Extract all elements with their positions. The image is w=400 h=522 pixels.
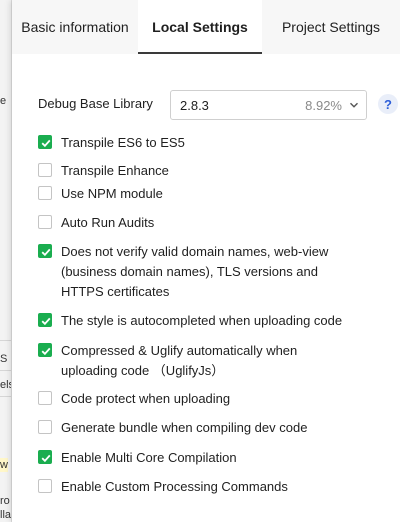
option-generate-bundle[interactable]: Generate bundle when compiling dev code bbox=[38, 418, 388, 438]
tab-basic-information[interactable]: Basic information bbox=[12, 0, 138, 54]
checkbox[interactable] bbox=[38, 391, 52, 405]
checkbox[interactable] bbox=[38, 244, 52, 258]
checkbox[interactable] bbox=[38, 135, 52, 149]
option-compress-uglify[interactable]: Compressed & Uglify automatically when u… bbox=[38, 341, 388, 381]
tab-label: Project Settings bbox=[281, 19, 381, 35]
checkbox[interactable] bbox=[38, 450, 52, 464]
option-skip-domain-verification[interactable]: Does not verify valid domain names, web-… bbox=[38, 242, 388, 302]
tab-label: Basic information bbox=[21, 19, 129, 35]
background-text-fragment: e bbox=[0, 95, 7, 107]
option-label: Auto Run Audits bbox=[61, 215, 155, 230]
option-label: Code protect when uploading bbox=[61, 391, 231, 406]
option-label: Compressed & Uglify automatically when u… bbox=[61, 343, 298, 378]
option-label: The style is autocompleted when uploadin… bbox=[61, 313, 343, 328]
option-multi-core-compilation[interactable]: Enable Multi Core Compilation bbox=[38, 448, 388, 468]
option-transpile-es6[interactable]: Transpile ES6 to ES5 bbox=[38, 133, 388, 153]
tab-local-settings[interactable]: Local Settings bbox=[138, 0, 262, 54]
divider bbox=[0, 370, 11, 371]
checkbox[interactable] bbox=[38, 479, 52, 493]
checkbox[interactable] bbox=[38, 186, 52, 200]
checkmark-icon bbox=[41, 454, 51, 463]
checkbox[interactable] bbox=[38, 313, 52, 327]
background-window-edge: e S els w ro lla bbox=[0, 0, 12, 522]
option-use-npm-module[interactable]: Use NPM module bbox=[38, 184, 388, 204]
background-text-fragment: lla bbox=[0, 509, 12, 521]
divider bbox=[0, 340, 11, 341]
option-transpile-enhance[interactable]: Transpile Enhance bbox=[38, 161, 388, 181]
active-tab-indicator bbox=[138, 52, 262, 54]
option-label: Enable Multi Core Compilation bbox=[61, 450, 237, 465]
checkbox[interactable] bbox=[38, 163, 52, 177]
divider bbox=[0, 396, 11, 397]
chevron-down-icon bbox=[350, 102, 358, 108]
option-label: Enable Custom Processing Commands bbox=[61, 479, 288, 494]
version-usage-share: 8.92% bbox=[305, 98, 342, 113]
checkbox[interactable] bbox=[38, 420, 52, 434]
option-style-autocomplete[interactable]: The style is autocompleted when uploadin… bbox=[38, 311, 388, 331]
background-text-fragment: w bbox=[0, 458, 8, 472]
background-text-fragment: els bbox=[0, 379, 11, 391]
checkmark-icon bbox=[41, 248, 51, 257]
background-text-fragment: ro bbox=[0, 495, 10, 507]
checkbox[interactable] bbox=[38, 343, 52, 357]
option-label: Use NPM module bbox=[61, 186, 163, 201]
debug-base-library-label: Debug Base Library bbox=[38, 96, 153, 111]
tab-project-settings[interactable]: Project Settings bbox=[262, 0, 400, 54]
checkmark-icon bbox=[41, 139, 51, 148]
option-code-protect[interactable]: Code protect when uploading bbox=[38, 389, 388, 409]
selected-version: 2.8.3 bbox=[180, 98, 209, 113]
checkmark-icon bbox=[41, 317, 51, 326]
checkbox[interactable] bbox=[38, 215, 52, 229]
tab-label: Local Settings bbox=[152, 19, 248, 35]
option-label: Does not verify valid domain names, web-… bbox=[61, 244, 329, 299]
option-custom-processing-commands[interactable]: Enable Custom Processing Commands bbox=[38, 477, 388, 497]
settings-tabs: Basic information Local Settings Project… bbox=[12, 0, 400, 54]
debug-base-library-select[interactable]: 2.8.3 8.92% bbox=[170, 90, 367, 120]
help-icon[interactable]: ? bbox=[378, 94, 398, 114]
option-label: Transpile ES6 to ES5 bbox=[61, 135, 185, 150]
debug-base-library-row: Debug Base Library 2.8.3 8.92% ? bbox=[38, 88, 398, 122]
option-auto-run-audits[interactable]: Auto Run Audits bbox=[38, 213, 388, 233]
checkmark-icon bbox=[41, 347, 51, 356]
option-label: Generate bundle when compiling dev code bbox=[61, 420, 308, 435]
settings-panel: Basic information Local Settings Project… bbox=[12, 0, 400, 522]
background-text-fragment: S bbox=[0, 353, 8, 365]
option-label: Transpile Enhance bbox=[61, 163, 169, 178]
